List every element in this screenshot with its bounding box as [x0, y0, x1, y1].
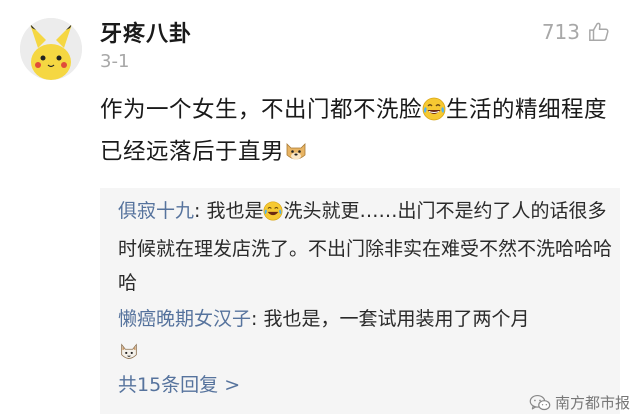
reply-text-part1: 我也是，一套试用装用了两个月: [263, 308, 530, 330]
user-avatar[interactable]: [20, 18, 82, 80]
comment-card: 牙疼八卦 3-1 713 作为一个女生，不出门都不洗脸 生活的精细程度已经远落后…: [0, 0, 640, 419]
doge-emoji-icon: [284, 137, 308, 175]
replies-box: 俱寂十九: 我也是 洗头就更……出门不是约了人的话很多时候就在理发店洗了。不出门…: [100, 188, 620, 414]
tears-of-joy-emoji-icon: [422, 95, 446, 133]
wechat-logo-icon: [529, 394, 551, 410]
reply-separator: :: [251, 308, 264, 330]
comment-timestamp: 3-1: [100, 51, 130, 72]
reply-item: 俱寂十九: 我也是 洗头就更……出门不是约了人的话很多时候就在理发店洗了。不出门…: [118, 194, 613, 300]
like-button[interactable]: 713: [542, 20, 610, 44]
tears-of-joy-emoji-icon: [263, 198, 283, 232]
cat-emoji-icon: [118, 340, 140, 374]
more-replies-link[interactable]: 共15条回复 >: [118, 370, 240, 397]
thumbs-up-icon: [589, 22, 609, 41]
source-watermark: 南方都市报: [529, 392, 630, 413]
watermark-text: 南方都市报: [554, 394, 630, 412]
reply-author[interactable]: 懒癌晚期女汉子: [118, 308, 251, 330]
like-count: 713: [541, 20, 580, 44]
reply-separator: :: [194, 200, 207, 222]
pikachu-avatar-icon: [20, 18, 82, 80]
reply-text-part1: 我也是: [206, 200, 264, 222]
reply-author[interactable]: 俱寂十九: [118, 200, 194, 222]
reply-item: 懒癌晚期女汉子: 我也是，一套试用装用了两个月: [118, 302, 613, 374]
comment-text-part1: 作为一个女生，不出门都不洗脸: [100, 97, 423, 123]
comment-username[interactable]: 牙疼八卦: [100, 16, 192, 48]
comment-text: 作为一个女生，不出门都不洗脸 生活的精细程度已经远落后于直男: [100, 91, 620, 175]
